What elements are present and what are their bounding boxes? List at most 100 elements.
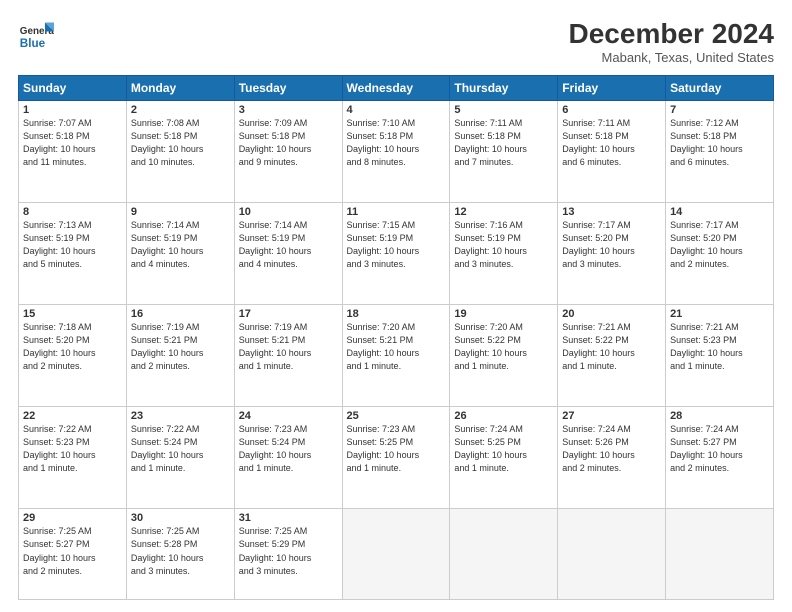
day-info: Sunrise: 7:21 AM Sunset: 5:23 PM Dayligh… (670, 321, 769, 373)
calendar-cell: 4Sunrise: 7:10 AM Sunset: 5:18 PM Daylig… (342, 101, 450, 203)
day-number: 13 (562, 206, 661, 218)
day-number: 19 (454, 308, 553, 320)
calendar-week-3: 15Sunrise: 7:18 AM Sunset: 5:20 PM Dayli… (19, 305, 774, 407)
day-number: 14 (670, 206, 769, 218)
calendar-cell: 20Sunrise: 7:21 AM Sunset: 5:22 PM Dayli… (558, 305, 666, 407)
day-info: Sunrise: 7:24 AM Sunset: 5:26 PM Dayligh… (562, 423, 661, 475)
day-header-thursday: Thursday (450, 76, 558, 101)
calendar-cell: 24Sunrise: 7:23 AM Sunset: 5:24 PM Dayli… (234, 407, 342, 509)
page: General Blue December 2024 Mabank, Texas… (0, 0, 792, 612)
day-info: Sunrise: 7:23 AM Sunset: 5:24 PM Dayligh… (239, 423, 338, 475)
day-number: 1 (23, 104, 122, 116)
day-number: 24 (239, 410, 338, 422)
day-info: Sunrise: 7:17 AM Sunset: 5:20 PM Dayligh… (562, 219, 661, 271)
svg-text:Blue: Blue (20, 37, 46, 50)
day-number: 30 (131, 512, 230, 524)
day-number: 11 (347, 206, 446, 218)
day-number: 12 (454, 206, 553, 218)
day-info: Sunrise: 7:10 AM Sunset: 5:18 PM Dayligh… (347, 117, 446, 169)
calendar-cell: 31Sunrise: 7:25 AM Sunset: 5:29 PM Dayli… (234, 509, 342, 600)
calendar-cell: 2Sunrise: 7:08 AM Sunset: 5:18 PM Daylig… (126, 101, 234, 203)
day-info: Sunrise: 7:19 AM Sunset: 5:21 PM Dayligh… (239, 321, 338, 373)
day-number: 26 (454, 410, 553, 422)
logo: General Blue (18, 18, 54, 54)
calendar-week-4: 22Sunrise: 7:22 AM Sunset: 5:23 PM Dayli… (19, 407, 774, 509)
day-info: Sunrise: 7:20 AM Sunset: 5:22 PM Dayligh… (454, 321, 553, 373)
day-number: 5 (454, 104, 553, 116)
calendar-cell: 11Sunrise: 7:15 AM Sunset: 5:19 PM Dayli… (342, 203, 450, 305)
day-info: Sunrise: 7:21 AM Sunset: 5:22 PM Dayligh… (562, 321, 661, 373)
calendar-cell: 10Sunrise: 7:14 AM Sunset: 5:19 PM Dayli… (234, 203, 342, 305)
day-info: Sunrise: 7:19 AM Sunset: 5:21 PM Dayligh… (131, 321, 230, 373)
day-number: 8 (23, 206, 122, 218)
day-number: 10 (239, 206, 338, 218)
day-header-friday: Friday (558, 76, 666, 101)
day-number: 27 (562, 410, 661, 422)
day-header-tuesday: Tuesday (234, 76, 342, 101)
calendar-week-2: 8Sunrise: 7:13 AM Sunset: 5:19 PM Daylig… (19, 203, 774, 305)
day-number: 31 (239, 512, 338, 524)
calendar-cell: 19Sunrise: 7:20 AM Sunset: 5:22 PM Dayli… (450, 305, 558, 407)
calendar-cell: 23Sunrise: 7:22 AM Sunset: 5:24 PM Dayli… (126, 407, 234, 509)
calendar-cell: 7Sunrise: 7:12 AM Sunset: 5:18 PM Daylig… (666, 101, 774, 203)
calendar-cell: 27Sunrise: 7:24 AM Sunset: 5:26 PM Dayli… (558, 407, 666, 509)
calendar-cell: 14Sunrise: 7:17 AM Sunset: 5:20 PM Dayli… (666, 203, 774, 305)
location: Mabank, Texas, United States (569, 50, 774, 65)
header: General Blue December 2024 Mabank, Texas… (18, 18, 774, 65)
day-number: 6 (562, 104, 661, 116)
day-info: Sunrise: 7:08 AM Sunset: 5:18 PM Dayligh… (131, 117, 230, 169)
day-number: 29 (23, 512, 122, 524)
day-number: 18 (347, 308, 446, 320)
day-number: 21 (670, 308, 769, 320)
day-info: Sunrise: 7:14 AM Sunset: 5:19 PM Dayligh… (239, 219, 338, 271)
day-number: 9 (131, 206, 230, 218)
day-info: Sunrise: 7:17 AM Sunset: 5:20 PM Dayligh… (670, 219, 769, 271)
calendar-cell: 12Sunrise: 7:16 AM Sunset: 5:19 PM Dayli… (450, 203, 558, 305)
day-info: Sunrise: 7:16 AM Sunset: 5:19 PM Dayligh… (454, 219, 553, 271)
day-number: 25 (347, 410, 446, 422)
day-header-wednesday: Wednesday (342, 76, 450, 101)
day-number: 16 (131, 308, 230, 320)
calendar-cell: 25Sunrise: 7:23 AM Sunset: 5:25 PM Dayli… (342, 407, 450, 509)
calendar-cell: 8Sunrise: 7:13 AM Sunset: 5:19 PM Daylig… (19, 203, 127, 305)
day-info: Sunrise: 7:25 AM Sunset: 5:29 PM Dayligh… (239, 525, 338, 577)
calendar-header-row: SundayMondayTuesdayWednesdayThursdayFrid… (19, 76, 774, 101)
day-info: Sunrise: 7:15 AM Sunset: 5:19 PM Dayligh… (347, 219, 446, 271)
day-number: 17 (239, 308, 338, 320)
day-info: Sunrise: 7:20 AM Sunset: 5:21 PM Dayligh… (347, 321, 446, 373)
calendar-cell (342, 509, 450, 600)
day-info: Sunrise: 7:07 AM Sunset: 5:18 PM Dayligh… (23, 117, 122, 169)
day-info: Sunrise: 7:25 AM Sunset: 5:27 PM Dayligh… (23, 525, 122, 577)
day-number: 20 (562, 308, 661, 320)
calendar-cell: 18Sunrise: 7:20 AM Sunset: 5:21 PM Dayli… (342, 305, 450, 407)
day-number: 7 (670, 104, 769, 116)
day-info: Sunrise: 7:12 AM Sunset: 5:18 PM Dayligh… (670, 117, 769, 169)
day-info: Sunrise: 7:11 AM Sunset: 5:18 PM Dayligh… (562, 117, 661, 169)
day-header-monday: Monday (126, 76, 234, 101)
calendar-cell: 15Sunrise: 7:18 AM Sunset: 5:20 PM Dayli… (19, 305, 127, 407)
day-number: 28 (670, 410, 769, 422)
calendar-cell: 26Sunrise: 7:24 AM Sunset: 5:25 PM Dayli… (450, 407, 558, 509)
day-info: Sunrise: 7:22 AM Sunset: 5:24 PM Dayligh… (131, 423, 230, 475)
day-info: Sunrise: 7:09 AM Sunset: 5:18 PM Dayligh… (239, 117, 338, 169)
calendar-cell: 5Sunrise: 7:11 AM Sunset: 5:18 PM Daylig… (450, 101, 558, 203)
day-info: Sunrise: 7:25 AM Sunset: 5:28 PM Dayligh… (131, 525, 230, 577)
month-title: December 2024 (569, 18, 774, 50)
calendar-cell: 17Sunrise: 7:19 AM Sunset: 5:21 PM Dayli… (234, 305, 342, 407)
day-number: 2 (131, 104, 230, 116)
title-block: December 2024 Mabank, Texas, United Stat… (569, 18, 774, 65)
day-number: 22 (23, 410, 122, 422)
calendar-cell: 29Sunrise: 7:25 AM Sunset: 5:27 PM Dayli… (19, 509, 127, 600)
day-header-sunday: Sunday (19, 76, 127, 101)
day-info: Sunrise: 7:13 AM Sunset: 5:19 PM Dayligh… (23, 219, 122, 271)
calendar-cell: 13Sunrise: 7:17 AM Sunset: 5:20 PM Dayli… (558, 203, 666, 305)
calendar-week-1: 1Sunrise: 7:07 AM Sunset: 5:18 PM Daylig… (19, 101, 774, 203)
day-info: Sunrise: 7:11 AM Sunset: 5:18 PM Dayligh… (454, 117, 553, 169)
logo-icon: General Blue (18, 18, 54, 54)
day-info: Sunrise: 7:24 AM Sunset: 5:27 PM Dayligh… (670, 423, 769, 475)
calendar-cell: 3Sunrise: 7:09 AM Sunset: 5:18 PM Daylig… (234, 101, 342, 203)
calendar-cell (666, 509, 774, 600)
calendar-cell: 1Sunrise: 7:07 AM Sunset: 5:18 PM Daylig… (19, 101, 127, 203)
calendar-cell: 6Sunrise: 7:11 AM Sunset: 5:18 PM Daylig… (558, 101, 666, 203)
calendar-cell: 30Sunrise: 7:25 AM Sunset: 5:28 PM Dayli… (126, 509, 234, 600)
